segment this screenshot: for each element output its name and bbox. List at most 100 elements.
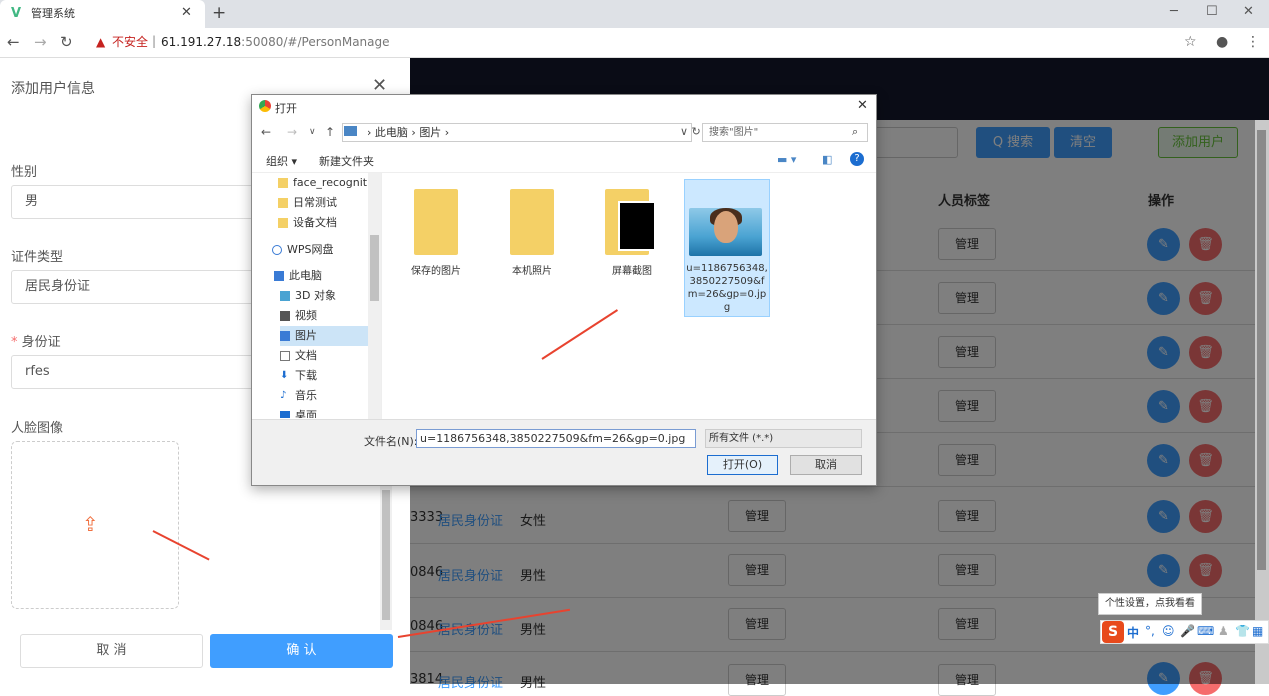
file-open-dialog: 打开 ✕ ← → ∨ ↑ › 此电脑 › 图片 › ∨ ↻ 搜索"图片" ⌕ 组…	[251, 94, 877, 486]
filetype-select[interactable]: 所有文件 (*.*)	[705, 429, 862, 448]
back-icon[interactable]: ←	[7, 34, 20, 50]
download-icon: ⬇	[280, 370, 289, 381]
picture-folder-icon	[344, 126, 357, 136]
ime-tooltip: 个性设置，点我看看	[1098, 593, 1202, 615]
ime-mode-toggle[interactable]: 中	[1127, 624, 1139, 641]
id-number-label: * 身份证	[11, 331, 61, 350]
close-icon[interactable]: ✕	[372, 75, 387, 96]
nav-item-label: 此电脑	[289, 269, 322, 282]
nav-item-label: 3D 对象	[295, 289, 336, 302]
computer-icon	[274, 271, 284, 281]
required-marker: *	[11, 335, 22, 350]
url-path: :50080/#/PersonManage	[241, 35, 390, 49]
close-window-icon[interactable]: ✕	[1243, 5, 1254, 19]
skin-icon[interactable]: 👕	[1235, 624, 1250, 638]
help-icon[interactable]: ?	[850, 152, 864, 166]
sogou-logo-icon[interactable]: S	[1102, 621, 1124, 643]
url-field[interactable]: 61.191.27.18:50080/#/PersonManage	[161, 35, 390, 49]
folder-icon	[278, 198, 288, 208]
microphone-icon[interactable]: 🎤	[1180, 624, 1195, 638]
maximize-icon[interactable]: ☐	[1206, 5, 1218, 19]
drawer-title: 添加用户信息	[11, 81, 95, 97]
nav-item-label: 文档	[295, 349, 317, 362]
refresh-icon[interactable]: ∨ ↻	[680, 125, 701, 138]
breadcrumb-pictures[interactable]: 图片	[419, 126, 441, 139]
cube-icon	[280, 291, 290, 301]
path-breadcrumb[interactable]: › 此电脑 › 图片 ›	[342, 123, 692, 142]
dialog-search-input[interactable]: 搜索"图片"	[702, 123, 868, 142]
user-icon[interactable]: ♟	[1218, 624, 1229, 638]
account-icon[interactable]: ●	[1216, 34, 1228, 50]
navigation-scrollbar-thumb[interactable]	[370, 235, 379, 301]
recent-dropdown-icon[interactable]: ∨	[309, 127, 316, 137]
breadcrumb-pc[interactable]: 此电脑	[375, 126, 408, 139]
up-folder-icon[interactable]: ↑	[325, 125, 335, 139]
tab-title: 管理系统	[31, 7, 75, 20]
close-tab-icon[interactable]: ✕	[181, 6, 192, 20]
dialog-cancel-button[interactable]: 取消	[790, 455, 862, 475]
search-icon[interactable]: ⌕	[852, 125, 858, 139]
nav-item-label: 下载	[295, 369, 317, 382]
selected-file-name: u=1186756348,3850227509&fm=26&gp=0.jpg	[686, 263, 768, 313]
nav-item-label: 桌面	[295, 409, 317, 418]
emoji-icon[interactable]: ☺	[1162, 624, 1175, 638]
filename-label: 文件名(N):	[364, 435, 418, 448]
organize-menu[interactable]: 组织 ▾	[266, 153, 297, 169]
back-icon[interactable]: ←	[261, 125, 271, 139]
desktop-icon	[280, 411, 290, 418]
insecure-label[interactable]: 不安全	[112, 35, 148, 49]
document-icon	[280, 351, 290, 361]
nav-item-pictures[interactable]: 图片	[280, 326, 368, 346]
nav-item-label: 设备文档	[293, 216, 337, 229]
keyboard-icon[interactable]: ⌨	[1197, 624, 1214, 638]
cancel-button[interactable]: 取 消	[20, 634, 203, 668]
folder-icon[interactable]	[510, 189, 554, 255]
forward-icon[interactable]: →	[34, 34, 47, 50]
url-host: 61.191.27.18	[161, 35, 242, 49]
punctuation-icon[interactable]: °,	[1145, 624, 1155, 638]
music-icon: ♪	[280, 390, 287, 401]
folder-camera-roll[interactable]: 本机照片	[492, 262, 572, 277]
dialog-close-icon[interactable]: ✕	[857, 98, 868, 113]
folder-screenshots[interactable]: 屏幕截图	[592, 262, 672, 277]
nav-item-label: 日常测试	[293, 196, 337, 209]
url-separator: |	[152, 34, 157, 48]
folder-icon	[278, 218, 288, 228]
grid-icon[interactable]: ▦	[1252, 624, 1263, 638]
upload-icon[interactable]: ⇪	[82, 512, 99, 536]
preview-pane-icon[interactable]: ◧	[822, 153, 832, 166]
new-tab-icon[interactable]: +	[212, 4, 226, 22]
vue-logo-icon: V	[11, 6, 22, 21]
minimize-icon[interactable]: ─	[1170, 5, 1178, 19]
new-folder-button[interactable]: 新建文件夹	[319, 153, 374, 169]
nav-item-label: 视频	[295, 309, 317, 322]
page-scrollbar-thumb[interactable]	[1257, 130, 1266, 570]
video-icon	[280, 311, 290, 321]
nav-item-label: 音乐	[295, 389, 317, 402]
folder-saved-pictures[interactable]: 保存的图片	[396, 262, 476, 277]
filename-input[interactable]: u=1186756348,3850227509&fm=26&gp=0.jpg	[416, 429, 696, 448]
thumbnail-face	[714, 211, 738, 243]
drawer-scrollbar-thumb[interactable]	[382, 490, 390, 620]
dialog-titlebar	[252, 95, 876, 119]
folder-icon	[278, 178, 288, 188]
nav-item-label: 图片	[295, 329, 317, 342]
picture-icon	[280, 331, 290, 341]
cloud-icon	[272, 245, 282, 255]
gender-label: 性别	[11, 165, 38, 180]
folder-icon[interactable]	[414, 189, 458, 255]
nav-item-label: face_recognitic	[293, 176, 377, 189]
confirm-button[interactable]: 确 认	[210, 634, 393, 668]
screenshot-preview	[618, 201, 656, 251]
reload-icon[interactable]: ↻	[60, 34, 73, 50]
open-button[interactable]: 打开(O)	[707, 455, 778, 475]
bookmark-star-icon[interactable]: ☆	[1184, 34, 1197, 50]
face-image-label: 人脸图像	[11, 421, 64, 436]
forward-icon[interactable]: →	[287, 125, 297, 139]
view-options-icon[interactable]: ▬ ▾	[777, 153, 796, 166]
nav-item-label: WPS网盘	[287, 243, 334, 256]
menu-dots-icon[interactable]: ⋮	[1246, 34, 1260, 50]
warning-icon[interactable]: ▲	[96, 35, 105, 49]
id-label-text: 身份证	[21, 335, 61, 350]
idtype-label: 证件类型	[11, 250, 64, 265]
